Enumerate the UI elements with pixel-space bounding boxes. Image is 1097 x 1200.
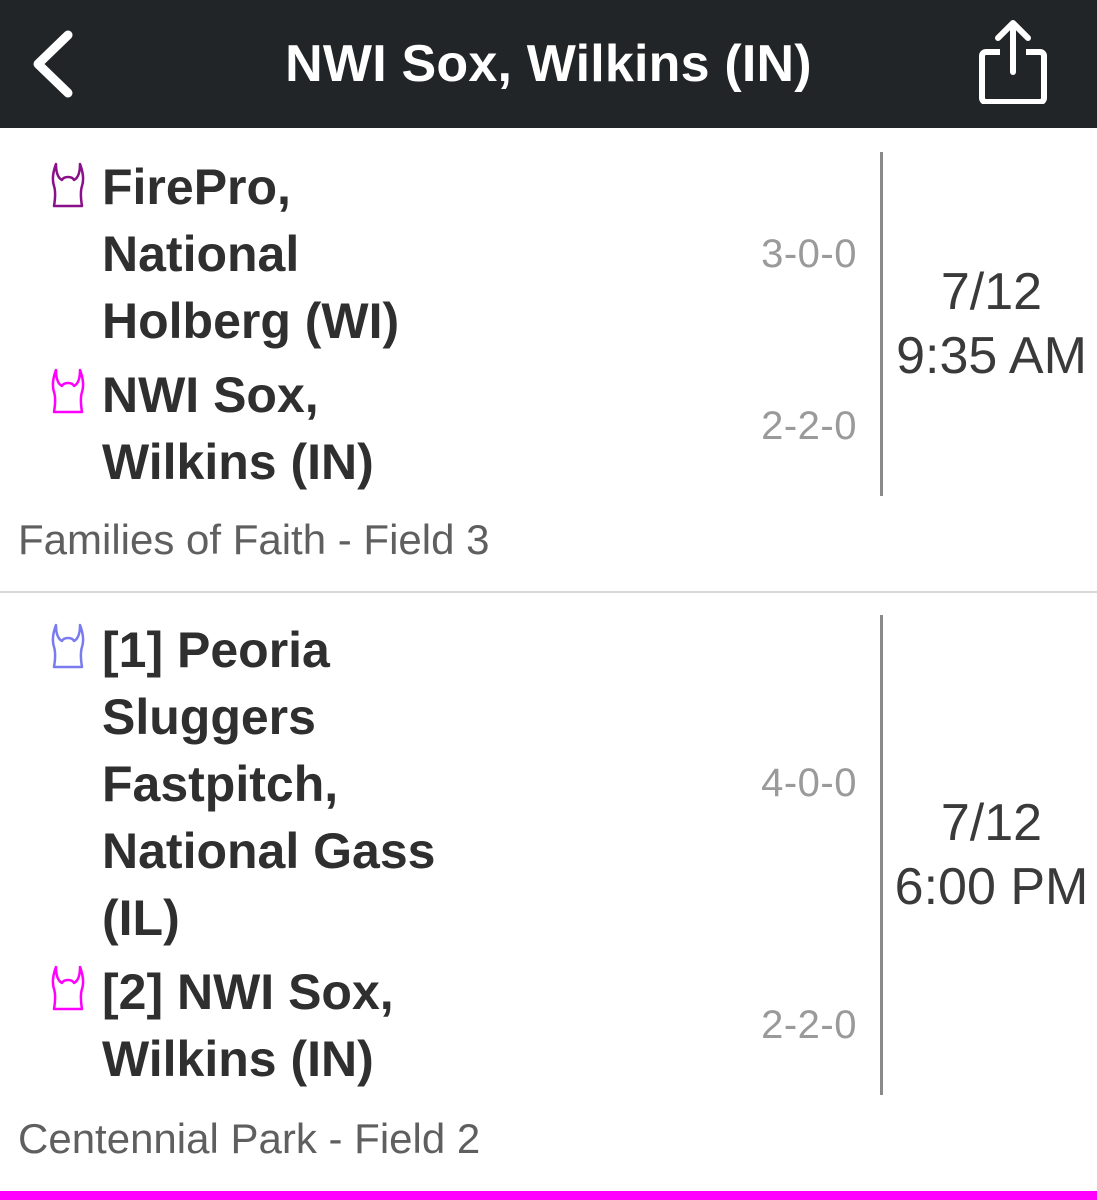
- away-team: NWI Sox, Wilkins (IN): [0, 362, 740, 502]
- team-name-line: Sluggers: [102, 689, 316, 745]
- jersey-icon: [51, 965, 85, 1011]
- jersey-icon: [51, 623, 85, 669]
- game-card[interactable]: FirePro, National Holberg (WI) 3-0-0 NWI…: [0, 128, 1097, 592]
- team-name-line: National: [102, 226, 300, 282]
- game-card[interactable]: [1] Peoria Sluggers Fastpitch, National …: [0, 593, 1097, 1191]
- team-name-line: FirePro,: [102, 159, 291, 215]
- game-time: 9:35 AM: [896, 327, 1087, 385]
- game-datetime: 7/12 6:00 PM: [886, 791, 1097, 919]
- share-button[interactable]: [973, 16, 1053, 106]
- game-datetime: 7/12 9:35 AM: [886, 260, 1097, 388]
- team-name-line: National Gass: [102, 823, 436, 879]
- game-location: Families of Faith - Field 3: [18, 516, 490, 563]
- team-name-line: [2] NWI Sox,: [102, 964, 394, 1020]
- team-name-line: (IL): [102, 890, 180, 946]
- team-name-line: Wilkins (IN): [102, 1031, 374, 1087]
- game-location: Centennial Park - Field 2: [18, 1115, 481, 1162]
- jersey-icon: [51, 162, 85, 208]
- team-name-line: Holberg (WI): [102, 293, 400, 349]
- team-name-line: [1] Peoria: [102, 622, 330, 678]
- game-date: 7/12: [940, 794, 1043, 852]
- column-divider: [880, 615, 883, 1095]
- game-time: 6:00 PM: [894, 858, 1089, 916]
- page-title: NWI Sox, Wilkins (IN): [285, 35, 812, 93]
- jersey-icon: [51, 368, 85, 414]
- home-team: FirePro, National Holberg (WI): [0, 156, 740, 366]
- team-name-line: Fastpitch,: [102, 756, 339, 812]
- app-header: NWI Sox, Wilkins (IN): [0, 0, 1097, 128]
- accent-bar: [0, 1191, 1097, 1200]
- team-record: 2-2-0: [761, 1003, 857, 1047]
- chevron-left-icon: [33, 30, 73, 98]
- team-name-line: Wilkins (IN): [102, 434, 374, 490]
- back-button[interactable]: [22, 26, 82, 102]
- team-record: 3-0-0: [761, 232, 857, 276]
- team-record: 4-0-0: [761, 761, 857, 805]
- team-name-line: NWI Sox,: [102, 367, 319, 423]
- column-divider: [880, 152, 883, 496]
- game-date: 7/12: [940, 263, 1043, 321]
- share-icon: [979, 20, 1047, 104]
- away-team: [2] NWI Sox, Wilkins (IN): [0, 959, 740, 1099]
- team-record: 2-2-0: [761, 404, 857, 448]
- home-team: [1] Peoria Sluggers Fastpitch, National …: [0, 617, 740, 957]
